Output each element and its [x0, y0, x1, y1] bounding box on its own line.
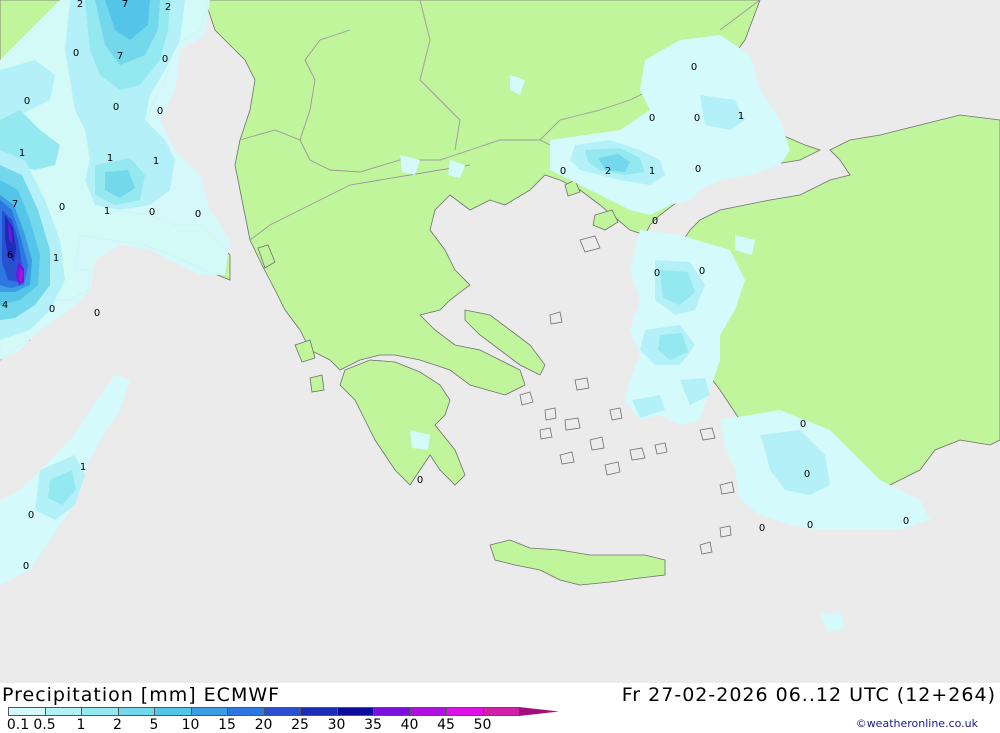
precipitation-map: 2 7 2 0 7 0 0 0 0 1 1 1 1 0 0 0 7 6 1 4 0 0 0 0 0 1 0 2 1 0 0 0 0 0 0 0 0 0 0 1…	[0, 0, 1000, 683]
legend-swatch	[190, 707, 228, 716]
value-label: 0	[23, 561, 29, 572]
legend-tick-label: 35	[364, 717, 382, 733]
legend-swatch	[519, 707, 559, 716]
value-label: 0	[691, 62, 697, 73]
value-label: 1	[104, 206, 110, 217]
value-label: 0	[149, 207, 155, 218]
value-label: 0	[59, 202, 65, 213]
legend-swatch	[8, 707, 46, 716]
value-label: 2	[77, 0, 83, 10]
value-label: 1	[738, 111, 744, 122]
footer: Precipitation [mm] ECMWF Fr 27-02-2026 0…	[0, 683, 1000, 733]
value-label: 1	[19, 148, 25, 159]
color-legend: 0.1 0.5 1 2 5 10 15 20 25 30 35 40 45 50	[6, 707, 559, 733]
legend-swatch	[373, 707, 411, 716]
value-label: 2	[165, 2, 171, 13]
legend-swatch	[300, 707, 338, 716]
legend-swatch	[409, 707, 447, 716]
value-label: 0	[24, 96, 30, 107]
value-label: 0	[560, 166, 566, 177]
value-label: 1	[107, 153, 113, 164]
legend-swatch	[227, 707, 265, 716]
value-label: 1	[80, 462, 86, 473]
legend-swatch	[263, 707, 301, 716]
legend-tick-label: 20	[254, 717, 273, 733]
map-title: Precipitation [mm] ECMWF	[2, 684, 281, 706]
legend-tick-label: 5	[149, 717, 159, 733]
value-label: 0	[195, 209, 201, 220]
legend-tick-label: 15	[218, 717, 236, 733]
forecast-datetime: Fr 27-02-2026 06..12 UTC (12+264)	[621, 684, 996, 706]
legend-tick-label: 1	[76, 717, 86, 733]
value-label: 0	[654, 268, 660, 279]
legend-swatch	[154, 707, 192, 716]
legend-tick-label: 0.1	[6, 717, 30, 733]
value-label: 0	[804, 469, 810, 480]
legend-swatch	[117, 707, 155, 716]
value-label: 0	[113, 102, 119, 113]
legend-tick-label: 45	[437, 717, 455, 733]
value-label: 0	[807, 520, 813, 531]
value-label: 1	[53, 253, 59, 264]
value-label: 0	[49, 304, 55, 315]
legend-swatch	[446, 707, 484, 716]
value-label: 6	[7, 250, 13, 261]
land-zakynthos	[309, 374, 325, 393]
value-label: 7	[117, 51, 123, 62]
value-label: 0	[903, 516, 909, 527]
value-label: 0	[417, 475, 423, 486]
legend-tick-label: 30	[327, 717, 346, 733]
legend-swatch	[482, 707, 520, 716]
value-label: 7	[12, 199, 18, 210]
value-label: 0	[652, 216, 658, 227]
legend-swatch	[44, 707, 82, 716]
value-label: 0	[162, 54, 168, 65]
credit-link[interactable]: ©weatheronline.co.uk	[856, 717, 978, 730]
value-label: 0	[649, 113, 655, 124]
value-label: 0	[759, 523, 765, 534]
value-label: 4	[2, 300, 8, 311]
legend-tick-label: 25	[291, 717, 309, 733]
value-label: 0	[94, 308, 100, 319]
value-label: 0	[800, 419, 806, 430]
value-label: 0	[157, 106, 163, 117]
legend-tick-label: 50	[473, 717, 492, 733]
value-label: 0	[699, 266, 705, 277]
legend-swatch	[336, 707, 374, 716]
legend-tick-label: 0.5	[33, 717, 56, 733]
value-label: 7	[122, 0, 128, 10]
value-label: 0	[695, 164, 701, 175]
value-label: 0	[28, 510, 34, 521]
legend-swatch	[81, 707, 119, 716]
legend-tick-label: 2	[113, 717, 122, 733]
value-label: 2	[605, 166, 611, 177]
value-label: 1	[153, 156, 159, 167]
value-label: 0	[694, 113, 700, 124]
legend-tick-label: 40	[400, 717, 419, 733]
value-label: 0	[73, 48, 79, 59]
value-label: 1	[649, 166, 655, 177]
legend-tick-label: 10	[181, 717, 200, 733]
